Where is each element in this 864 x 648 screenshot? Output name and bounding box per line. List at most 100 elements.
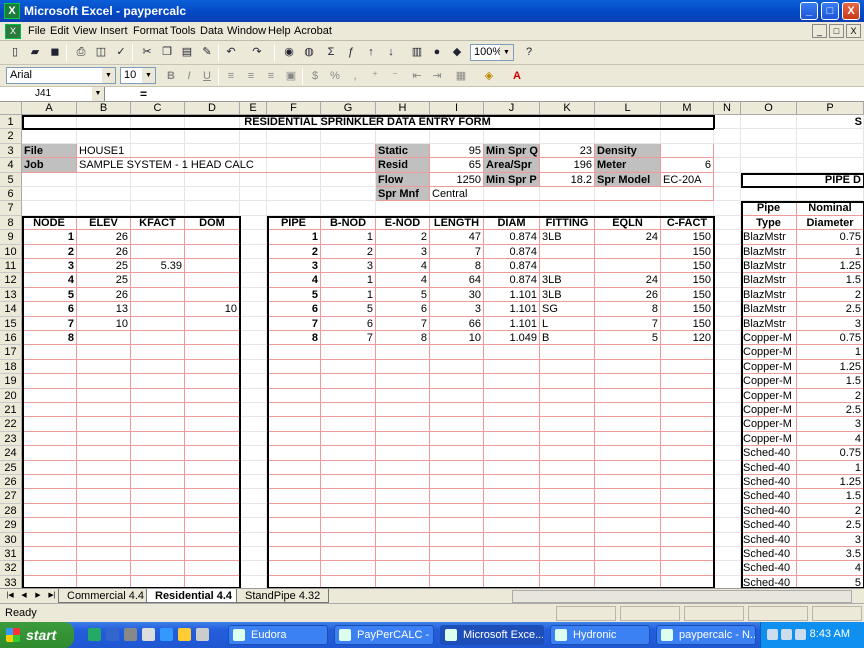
node-cell[interactable]: 3 (22, 259, 77, 274)
pipe-type-cell[interactable]: BlazMstr (741, 316, 797, 331)
node-cell[interactable] (185, 503, 240, 519)
node-cell[interactable]: 10 (77, 316, 131, 331)
pipe-cell[interactable] (267, 547, 321, 562)
pipe-diameter-cell[interactable]: 3.5 (797, 547, 864, 562)
pipe-cell[interactable] (661, 503, 714, 519)
node-cell[interactable] (185, 244, 240, 259)
function-icon[interactable]: ƒ (342, 44, 360, 61)
pipe-type-cell[interactable]: Sched-40 (741, 489, 797, 504)
node-cell[interactable] (185, 403, 240, 418)
row-header[interactable]: 10 (0, 244, 22, 259)
pipe-cell[interactable] (430, 388, 484, 403)
pipe-cell[interactable] (540, 374, 595, 389)
tab-commercial[interactable]: Commercial 4.4 (58, 589, 154, 603)
undo-icon[interactable]: ↶ (222, 44, 240, 61)
node-cell[interactable] (131, 403, 185, 418)
param-value[interactable]: 18.2 (540, 172, 595, 187)
pipe-cell[interactable]: 26 (595, 287, 661, 303)
file-label[interactable]: File (22, 143, 77, 159)
pipe-cell[interactable] (484, 345, 540, 360)
pipe-cell[interactable]: 3 (321, 259, 376, 274)
param-label[interactable]: Static (376, 143, 430, 159)
node-cell[interactable] (77, 403, 131, 418)
pipe-cell[interactable] (267, 388, 321, 403)
node-cell[interactable]: 13 (77, 302, 131, 317)
pipe-cell[interactable] (321, 503, 376, 519)
pipe-cell[interactable] (376, 518, 430, 533)
param-label[interactable]: Min Spr P (484, 172, 540, 187)
node-cell[interactable]: 26 (77, 230, 131, 245)
param-label[interactable]: Min Spr Q (484, 143, 540, 159)
node-cell[interactable] (185, 489, 240, 504)
node-cell[interactable] (77, 547, 131, 562)
node-cell[interactable]: 26 (77, 244, 131, 259)
pipe-cell[interactable] (484, 403, 540, 418)
row-header[interactable]: 8 (0, 215, 22, 231)
pipe-type-cell[interactable]: Copper-M (741, 345, 797, 360)
node-cell[interactable] (77, 431, 131, 447)
pipe-cell[interactable]: 150 (661, 273, 714, 288)
pipe-cell[interactable] (267, 374, 321, 389)
pipe-diameter-cell[interactable]: 2 (797, 503, 864, 519)
pipe-cell[interactable] (321, 532, 376, 547)
pipe-cell[interactable] (376, 417, 430, 432)
pipe-cell[interactable] (595, 403, 661, 418)
pipe-cell[interactable] (595, 359, 661, 375)
pipe-cell[interactable]: 1.101 (484, 316, 540, 331)
pipe-cell[interactable] (430, 561, 484, 576)
pipe-cell[interactable] (430, 460, 484, 475)
close-button[interactable]: X (842, 2, 860, 20)
pipe-cell[interactable]: 10 (430, 331, 484, 346)
mail-icon[interactable] (142, 628, 155, 641)
column-header[interactable]: A (22, 102, 77, 115)
pipe-cell[interactable] (430, 431, 484, 447)
node-cell[interactable] (77, 446, 131, 461)
pipe-cell[interactable] (267, 460, 321, 475)
font-select[interactable]: Arial ▼ (6, 67, 116, 84)
pipe-cell[interactable]: 1.101 (484, 287, 540, 303)
pipe-cell[interactable] (661, 374, 714, 389)
column-header[interactable]: H (376, 102, 430, 115)
row-header[interactable]: 28 (0, 503, 22, 519)
pipe-cell[interactable] (484, 503, 540, 519)
node-cell[interactable] (131, 388, 185, 403)
pipe-cell[interactable] (484, 374, 540, 389)
pipe-cell[interactable] (540, 359, 595, 375)
first-sheet-icon[interactable]: |◀ (4, 590, 16, 602)
comma-icon[interactable]: , (346, 68, 364, 85)
pipe-cell[interactable] (484, 475, 540, 490)
pipe-diameter-cell[interactable]: 0.75 (797, 230, 864, 245)
column-header[interactable]: G (321, 102, 376, 115)
pipe-diameter-cell[interactable]: 1 (797, 460, 864, 475)
node-cell[interactable] (77, 388, 131, 403)
pipe-cell[interactable] (661, 518, 714, 533)
row-header[interactable]: 27 (0, 489, 22, 504)
pipe-cell[interactable]: 5 (321, 302, 376, 317)
node-cell[interactable] (22, 460, 77, 475)
node-cell[interactable] (77, 374, 131, 389)
pipe-cell[interactable] (540, 403, 595, 418)
node-cell[interactable] (131, 446, 185, 461)
node-cell[interactable]: 6 (22, 302, 77, 317)
row-header[interactable]: 31 (0, 547, 22, 562)
pipe-header[interactable]: B-NOD (321, 215, 376, 231)
node-cell[interactable] (22, 403, 77, 418)
pipe-cell[interactable] (376, 460, 430, 475)
row-header[interactable]: 18 (0, 359, 22, 375)
pipe-cell[interactable]: 1.101 (484, 302, 540, 317)
pipe-cell[interactable]: 47 (430, 230, 484, 245)
pipe-cell[interactable] (595, 503, 661, 519)
pipe-type-cell[interactable]: Copper-M (741, 388, 797, 403)
pipe-cell[interactable]: 6 (321, 316, 376, 331)
pipe-cell[interactable]: 8 (430, 259, 484, 274)
pipe-cell[interactable] (540, 244, 595, 259)
decrease-decimal-icon[interactable]: ⁻ (386, 68, 404, 85)
node-cell[interactable] (22, 489, 77, 504)
chevron-down-icon[interactable]: ▼ (142, 68, 155, 83)
pipe-cell[interactable]: 0.874 (484, 230, 540, 245)
node-cell[interactable]: 1 (22, 230, 77, 245)
pipe-diameter-cell[interactable]: 3 (797, 532, 864, 547)
pipe-cell[interactable] (484, 532, 540, 547)
pipe-type-cell[interactable]: Sched-40 (741, 518, 797, 533)
node-header[interactable]: NODE (22, 215, 77, 231)
